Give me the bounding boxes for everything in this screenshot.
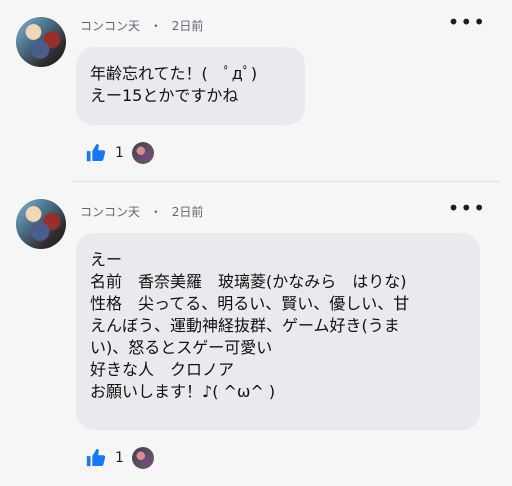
author-name[interactable]: コンコン天 xyxy=(80,19,140,33)
author-name[interactable]: コンコン天 xyxy=(80,205,140,219)
thumbs-up-icon[interactable] xyxy=(85,447,107,469)
avatar[interactable] xyxy=(16,17,66,67)
comment-text-line: えー xyxy=(90,250,123,269)
like-count[interactable]: 1 xyxy=(115,145,124,161)
reaction-row: 1 xyxy=(85,447,154,469)
comment-text-line: い)、怒るとスゲー可愛い xyxy=(90,338,273,357)
comment-text-line: お願いします！♪( ^ω^ ) xyxy=(90,382,276,401)
comment-text-line: えー15とかですかね xyxy=(90,86,239,105)
comment-text-line: 名前 香奈美羅 玻璃菱(かなみら はりな) xyxy=(90,272,407,291)
comment-meta: コンコン天 ・ 2日前 xyxy=(80,17,203,34)
thumbs-up-icon[interactable] xyxy=(85,142,107,164)
more-options-icon[interactable]: ••• xyxy=(448,198,486,218)
timestamp: 2日前 xyxy=(171,19,204,33)
comment: コンコン天 ・ 2日前 ••• 年齢忘れてた！( ﾟдﾟ) えー15とかですかね… xyxy=(0,0,512,181)
like-count[interactable]: 1 xyxy=(115,450,124,466)
comment-bubble: 年齢忘れてた！( ﾟдﾟ) えー15とかですかね xyxy=(76,47,305,125)
meta-separator: ・ xyxy=(149,19,162,33)
reaction-row: 1 xyxy=(85,142,154,164)
timestamp: 2日前 xyxy=(171,205,204,219)
comment-text-line: 性格 尖ってる、明るい、賢い、優しい、甘 xyxy=(90,294,410,313)
comment-bubble: えー 名前 香奈美羅 玻璃菱(かなみら はりな) 性格 尖ってる、明るい、賢い、… xyxy=(76,233,480,430)
reactor-avatar[interactable] xyxy=(131,142,154,164)
comment-text-line: えんぼう、運動神経抜群、ゲーム好き(うま xyxy=(90,316,400,335)
reactor-avatar[interactable] xyxy=(131,447,154,469)
comment-meta: コンコン天 ・ 2日前 xyxy=(80,203,203,220)
meta-separator: ・ xyxy=(149,205,162,219)
more-options-icon[interactable]: ••• xyxy=(448,12,486,32)
comment-text-line: 年齢忘れてた！( ﾟдﾟ) xyxy=(90,64,258,83)
avatar[interactable] xyxy=(16,199,66,249)
comment-text-line: 好きな人 クロノア xyxy=(90,360,235,379)
